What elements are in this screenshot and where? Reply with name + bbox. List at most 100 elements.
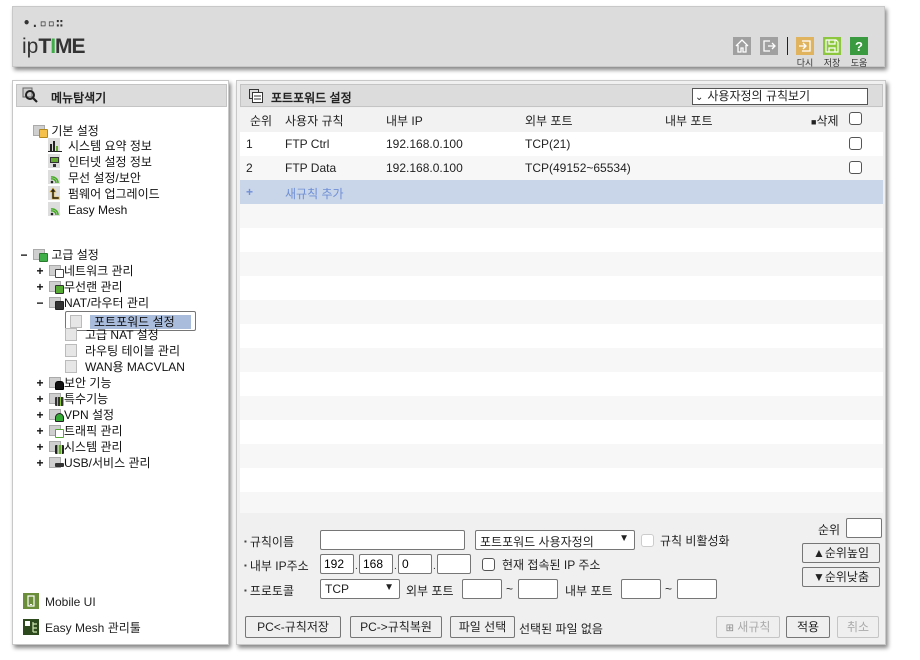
apply-button[interactable]: 적용 xyxy=(786,616,830,638)
col-rank: 순위 xyxy=(250,114,273,128)
folder-icon xyxy=(33,125,48,138)
expand-icon[interactable]: + xyxy=(35,263,45,279)
chevron-down-icon: ▼ xyxy=(384,582,394,593)
sidebar-item-firmware-upgrade[interactable]: 펌웨어 업그레이드 xyxy=(48,186,160,202)
table-row[interactable]: 2 FTP Data 192.168.0.100 TCP(49152~65534… xyxy=(240,156,883,180)
sidebar: 메뉴탐색기 기본 설정 시스템 요약 정보 인터넷 설정 정보 무선 설정/보안… xyxy=(12,80,229,645)
save-button[interactable] xyxy=(823,37,841,55)
chevron-down-icon: ▼ xyxy=(619,533,629,544)
add-rule-row[interactable]: + 새규칙 추가 xyxy=(240,180,883,204)
tree-security[interactable]: + 보안 기능 xyxy=(36,375,112,391)
col-internal-ip: 내부 IP xyxy=(386,114,423,128)
external-port-end[interactable] xyxy=(518,579,558,599)
tree-system-management[interactable]: + 시스템 관리 xyxy=(36,439,123,455)
tree-label: 트래픽 관리 xyxy=(64,424,123,438)
protocol-select[interactable]: TCP ▼ xyxy=(320,579,400,599)
ip-octet-3[interactable] xyxy=(398,554,432,574)
ip-octet-2[interactable] xyxy=(359,554,393,574)
sidebar-item-advanced-nat[interactable]: 고급 NAT 설정 xyxy=(65,327,159,343)
rank-down-button[interactable]: ▼순위낮춤 xyxy=(802,567,880,587)
collapse-icon[interactable]: − xyxy=(19,247,29,263)
expand-icon[interactable]: + xyxy=(35,455,45,471)
ip-octet-4[interactable] xyxy=(437,554,471,574)
delete-checkbox[interactable] xyxy=(849,161,862,174)
rule-view-select[interactable]: ⌄ 사용자정의 규칙보기 xyxy=(692,88,868,105)
window-icon xyxy=(249,89,263,103)
page-title: 포트포워드 설정 xyxy=(271,91,352,105)
page-icon xyxy=(65,360,77,373)
internal-port-label: 내부 포트 xyxy=(565,584,613,598)
expand-icon[interactable]: + xyxy=(35,279,45,295)
traffic-icon xyxy=(49,425,64,438)
empty-table-row xyxy=(240,276,883,300)
iptime-logo: ipTIME xyxy=(22,35,86,59)
expand-icon[interactable]: + xyxy=(35,391,45,407)
home-button[interactable] xyxy=(733,37,751,55)
tree-advanced-settings[interactable]: − 고급 설정 xyxy=(20,247,99,263)
tree-network-management[interactable]: + 네트워크 관리 xyxy=(36,263,134,279)
empty-table-row xyxy=(240,348,883,372)
header-divider xyxy=(787,37,788,55)
network-icon xyxy=(49,265,64,278)
tree-basic-settings[interactable]: 기본 설정 xyxy=(33,123,99,139)
range-tilde: ~ xyxy=(506,582,514,596)
pc-save-button[interactable]: PC<-규칙저장 xyxy=(245,616,341,638)
sidebar-item-internet-info[interactable]: 인터넷 설정 정보 xyxy=(48,154,152,170)
table-row[interactable]: 1 FTP Ctrl 192.168.0.100 TCP(21) xyxy=(240,132,883,156)
internal-port-start[interactable] xyxy=(621,579,661,599)
external-port-start[interactable] xyxy=(462,579,502,599)
rank-label: 순위 xyxy=(818,523,841,537)
sidebar-item-system-summary[interactable]: 시스템 요약 정보 xyxy=(48,138,152,154)
cancel-button[interactable]: 취소 xyxy=(837,616,879,638)
mobile-ui-link[interactable]: Mobile UI xyxy=(23,593,96,609)
tree-wireless-management[interactable]: + 무선랜 관리 xyxy=(36,279,123,295)
tree-label: VPN 설정 xyxy=(64,408,115,422)
tree-vpn-settings[interactable]: + VPN 설정 xyxy=(36,407,115,423)
tree-label: 인터넷 설정 정보 xyxy=(68,155,152,169)
logo-t: T xyxy=(38,35,51,58)
reload-button[interactable] xyxy=(796,37,814,55)
col-delete: ■삭제 xyxy=(811,112,839,129)
tree-nat-router-management[interactable]: − NAT/라우터 관리 xyxy=(36,295,149,311)
tree-usb-services[interactable]: + USB/서비스 관리 xyxy=(36,455,150,471)
pc-restore-button[interactable]: PC->규칙복원 xyxy=(350,616,442,638)
logo-dots: •.▫▫∷ xyxy=(23,16,65,30)
sidebar-item-routing-table[interactable]: 라우팅 테이블 관리 xyxy=(65,343,180,359)
current-ip-checkbox[interactable] xyxy=(482,558,495,571)
new-rule-button[interactable]: ⊞ 새규칙 xyxy=(716,616,780,638)
expand-icon[interactable]: + xyxy=(35,375,45,391)
logout-button[interactable] xyxy=(760,37,778,55)
cell-name: FTP Data xyxy=(285,161,337,175)
rule-form: 규칙이름 포트포워드 사용자정의▼ 규칙 비활성화 내부 IP주소 . . . … xyxy=(240,513,883,643)
page-icon xyxy=(65,328,77,341)
sidebar-item-wan-macvlan[interactable]: WAN용 MACVLAN xyxy=(65,359,185,375)
select-all-checkbox[interactable] xyxy=(849,112,862,125)
ip-dot: . xyxy=(355,561,358,572)
tree-traffic-management[interactable]: + 트래픽 관리 xyxy=(36,423,123,439)
file-select-button[interactable]: 파일 선택 xyxy=(450,616,515,638)
expand-icon[interactable]: + xyxy=(35,439,45,455)
disable-rule-checkbox[interactable] xyxy=(641,534,654,547)
mobile-ui-label: Mobile UI xyxy=(45,595,96,609)
help-button[interactable]: ? xyxy=(850,37,868,55)
tree-special-features[interactable]: + 특수기능 xyxy=(36,391,108,407)
expand-icon[interactable]: + xyxy=(35,423,45,439)
internal-port-end[interactable] xyxy=(677,579,717,599)
sidebar-item-easy-mesh[interactable]: Easy Mesh xyxy=(48,202,127,218)
rank-up-button[interactable]: ▲순위높임 xyxy=(802,543,880,563)
rule-type-select[interactable]: 포트포워드 사용자정의 ▼ xyxy=(475,530,635,550)
collapse-icon[interactable]: − xyxy=(35,295,45,311)
rank-input[interactable] xyxy=(846,518,882,538)
ip-octet-1[interactable] xyxy=(320,554,354,574)
main-panel: 포트포워드 설정 ⌄ 사용자정의 규칙보기 순위 사용자 규칙 내부 IP 외부 … xyxy=(236,80,886,645)
delete-checkbox[interactable] xyxy=(849,137,862,150)
monitor-icon xyxy=(48,154,60,168)
save-label: 저장 xyxy=(823,58,841,68)
home-icon xyxy=(735,39,749,53)
external-port-label: 외부 포트 xyxy=(406,584,454,598)
tree-label: 기본 설정 xyxy=(51,124,99,138)
easy-mesh-tool-link[interactable]: Easy Mesh 관리툴 xyxy=(23,619,141,636)
expand-icon[interactable]: + xyxy=(35,407,45,423)
sidebar-item-wireless-security[interactable]: 무선 설정/보안 xyxy=(48,170,141,186)
rule-name-input[interactable] xyxy=(320,530,465,550)
